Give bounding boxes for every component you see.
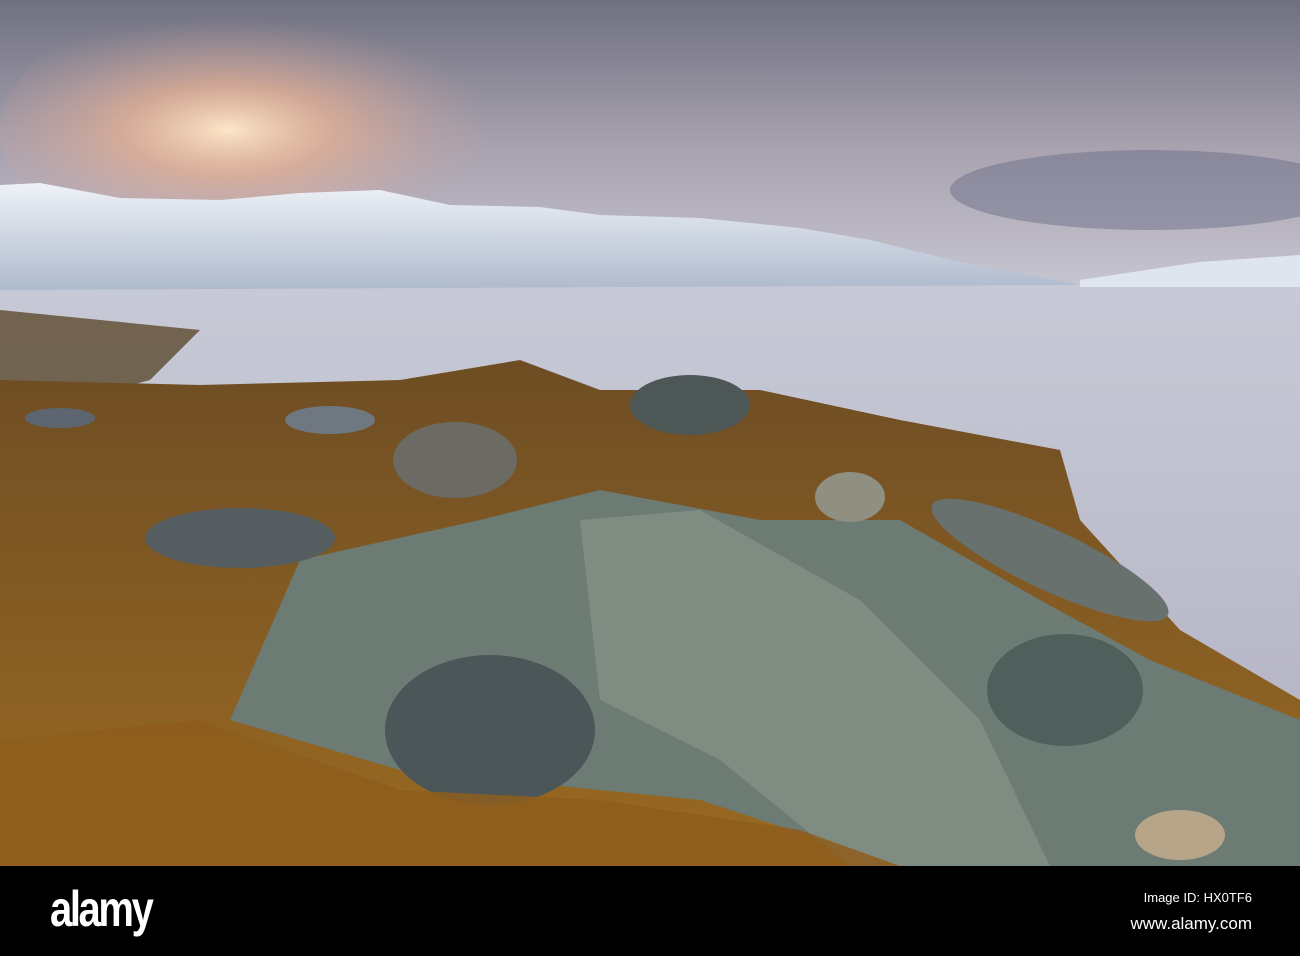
image-id: Image ID: HX0TF6 [1143,890,1252,905]
landscape-photo [0,0,1300,866]
footer-bar: alamy Image ID: HX0TF6 www.alamy.com [0,866,1300,956]
alamy-logo: alamy [50,881,154,937]
site-url: www.alamy.com [1130,914,1252,933]
